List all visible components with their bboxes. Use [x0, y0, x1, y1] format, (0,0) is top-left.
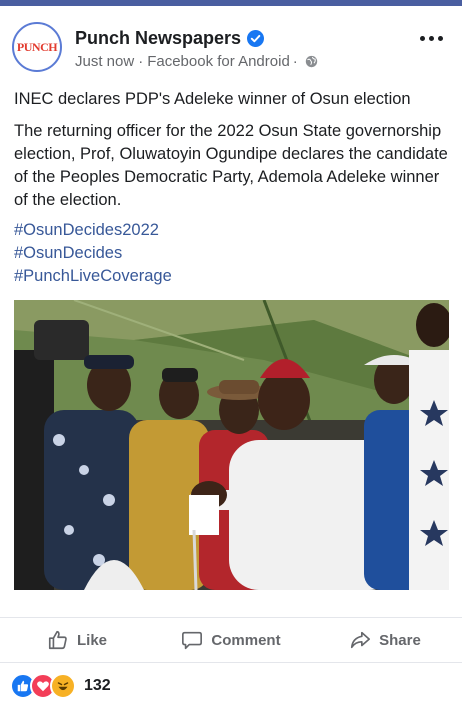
post-header: PUNCH Punch Newspapers Just now · Facebo…: [0, 10, 462, 86]
thumbs-up-icon: [48, 630, 67, 650]
comment-label: Comment: [211, 631, 281, 649]
hashtag-link[interactable]: #OsunDecides2022: [14, 219, 450, 242]
comment-icon: [182, 631, 203, 650]
like-button[interactable]: Like: [0, 629, 154, 651]
globe-icon: [305, 55, 317, 68]
share-label: Share: [379, 631, 421, 649]
post-content: INEC declares PDP's Adeleke winner of Os…: [14, 88, 450, 288]
post-body: The returning officer for the 2022 Osun …: [14, 122, 448, 209]
page-name[interactable]: Punch Newspapers: [75, 28, 241, 49]
post-time[interactable]: Just now: [75, 53, 134, 70]
share-button[interactable]: Share: [308, 629, 462, 651]
post-source: Facebook for Android: [147, 53, 290, 70]
post-headline: INEC declares PDP's Adeleke winner of Os…: [14, 90, 411, 108]
avatar-logo-text: PUNCH: [16, 39, 58, 54]
post-meta: Just now · Facebook for Android ·: [75, 53, 318, 70]
meta-separator: ·: [138, 53, 144, 70]
hashtag-link[interactable]: #PunchLiveCoverage: [14, 265, 450, 288]
post-photo[interactable]: [14, 300, 449, 590]
more-options-icon[interactable]: [420, 32, 446, 44]
haha-reaction-icon: [50, 673, 76, 699]
reactions-summary[interactable]: 132: [10, 673, 111, 699]
page-name-row[interactable]: Punch Newspapers: [75, 28, 265, 49]
share-icon: [351, 631, 371, 649]
comment-button[interactable]: Comment: [154, 629, 308, 651]
avatar[interactable]: PUNCH: [12, 22, 62, 72]
meta-separator-2: ·: [292, 53, 298, 70]
post-actions-bar: Like Comment Share: [0, 617, 462, 663]
verified-badge-icon: [247, 30, 265, 47]
photo-illustration: [14, 300, 449, 590]
app-top-bar: [0, 0, 462, 6]
reaction-count: 132: [84, 677, 111, 694]
hashtag-link[interactable]: #OsunDecides: [14, 242, 450, 265]
like-label: Like: [76, 631, 107, 649]
